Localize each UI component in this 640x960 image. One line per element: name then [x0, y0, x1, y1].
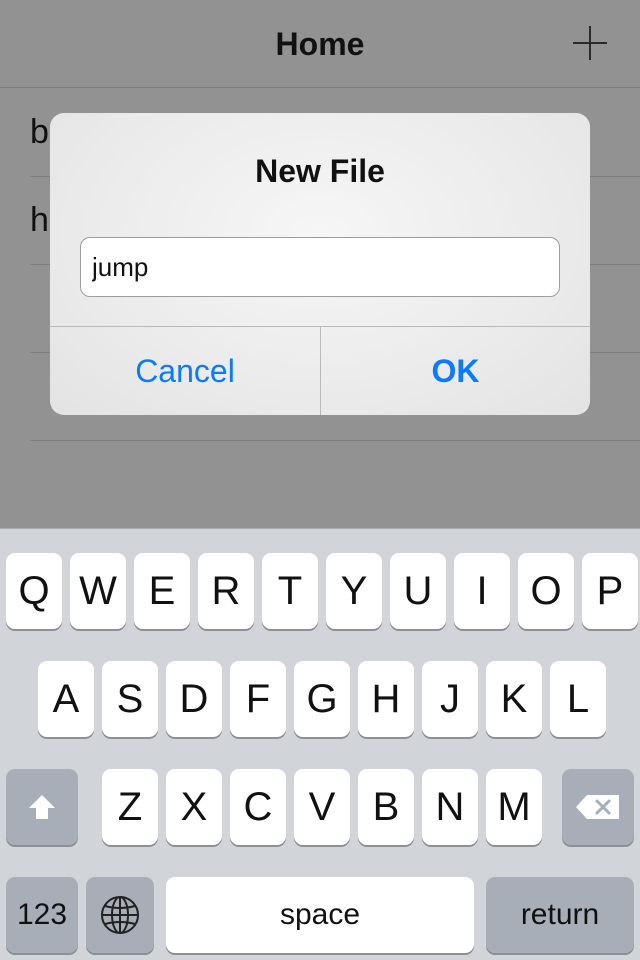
key-label: N: [435, 784, 465, 829]
row-divider: [30, 440, 640, 441]
key-b[interactable]: B: [358, 769, 414, 845]
key-p[interactable]: P: [582, 553, 638, 629]
key-label: B: [372, 784, 400, 829]
key-l[interactable]: L: [550, 661, 606, 737]
new-file-alert: New File Cancel OK: [50, 113, 590, 415]
key-label: Y: [340, 568, 368, 613]
navigation-bar: Home: [0, 0, 640, 88]
ok-button[interactable]: OK: [321, 327, 590, 415]
key-label: O: [530, 568, 562, 613]
key-d[interactable]: D: [166, 661, 222, 737]
key-z[interactable]: Z: [102, 769, 158, 845]
return-key-label: return: [520, 898, 600, 931]
key-a[interactable]: A: [38, 661, 94, 737]
key-label: M: [497, 784, 531, 829]
key-label: Z: [117, 784, 143, 829]
file-name-input[interactable]: [80, 237, 560, 297]
keyboard: QWERTYUIOP ASDFGHJKL ZXCVBNM 123 space r…: [0, 528, 640, 960]
page-title: Home: [275, 26, 365, 62]
key-g[interactable]: G: [294, 661, 350, 737]
key-r[interactable]: R: [198, 553, 254, 629]
key-label: F: [245, 676, 271, 721]
list-item-label: h: [30, 201, 49, 239]
alert-title: New File: [255, 153, 385, 189]
key-label: V: [308, 784, 336, 829]
key-n[interactable]: N: [422, 769, 478, 845]
key-v[interactable]: V: [294, 769, 350, 845]
key-u[interactable]: U: [390, 553, 446, 629]
cancel-button[interactable]: Cancel: [50, 327, 320, 415]
globe-key[interactable]: [86, 877, 154, 953]
key-t[interactable]: T: [262, 553, 318, 629]
key-f[interactable]: F: [230, 661, 286, 737]
list-item-label: b: [30, 113, 49, 151]
key-c[interactable]: C: [230, 769, 286, 845]
shift-arrow-icon: [29, 795, 55, 819]
key-label: X: [180, 784, 208, 829]
key-label: R: [211, 568, 241, 613]
key-label: I: [476, 568, 488, 613]
shift-key[interactable]: [6, 769, 78, 845]
add-file-button[interactable]: [566, 20, 614, 68]
key-label: W: [79, 568, 117, 613]
key-label: D: [179, 676, 209, 721]
globe-icon: [101, 896, 139, 934]
key-label: J: [440, 676, 460, 721]
key-label: P: [596, 568, 624, 613]
backspace-icon: [576, 795, 619, 819]
delete-key[interactable]: [562, 769, 634, 845]
key-j[interactable]: J: [422, 661, 478, 737]
return-key[interactable]: return: [486, 877, 634, 953]
key-label: U: [403, 568, 433, 613]
key-h[interactable]: H: [358, 661, 414, 737]
key-label: S: [116, 676, 144, 721]
key-s[interactable]: S: [102, 661, 158, 737]
key-k[interactable]: K: [486, 661, 542, 737]
space-key[interactable]: space: [166, 877, 474, 953]
key-e[interactable]: E: [134, 553, 190, 629]
key-y[interactable]: Y: [326, 553, 382, 629]
key-w[interactable]: W: [70, 553, 126, 629]
key-q[interactable]: Q: [6, 553, 62, 629]
key-label: T: [277, 568, 303, 613]
key-label: H: [371, 676, 401, 721]
key-x[interactable]: X: [166, 769, 222, 845]
key-label: G: [306, 676, 338, 721]
key-label: C: [243, 784, 273, 829]
key-label: A: [52, 676, 80, 721]
key-o[interactable]: O: [518, 553, 574, 629]
key-m[interactable]: M: [486, 769, 542, 845]
key-label: K: [500, 676, 528, 721]
numbers-key-label: 123: [16, 898, 68, 931]
key-label: E: [148, 568, 176, 613]
key-i[interactable]: I: [454, 553, 510, 629]
space-key-label: space: [279, 898, 361, 931]
key-label: L: [566, 676, 590, 721]
numbers-key[interactable]: 123: [6, 877, 78, 953]
key-label: Q: [18, 568, 50, 613]
